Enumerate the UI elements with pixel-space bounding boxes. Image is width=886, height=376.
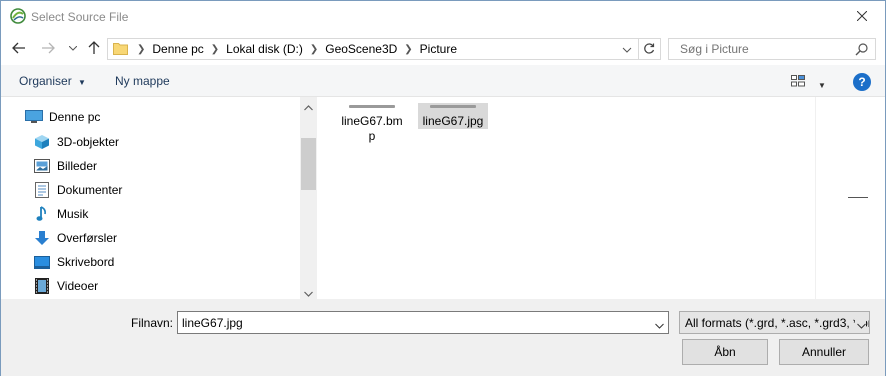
close-icon [857, 11, 867, 21]
breadcrumb-item[interactable]: Denne pc [148, 42, 207, 56]
view-options-icon[interactable] [791, 75, 805, 87]
download-icon [33, 230, 51, 246]
file-item-selected[interactable]: lineG67.jpg [418, 103, 488, 129]
chevron-down-icon [304, 291, 313, 297]
filename-label: Filnavn: [131, 316, 174, 330]
preview-placeholder [848, 197, 868, 198]
caret-down-icon: ▼ [78, 78, 86, 87]
sidebar-item-documents[interactable]: Dokumenter [33, 180, 122, 200]
chevron-right-icon[interactable]: ❯ [401, 44, 415, 55]
organize-button[interactable]: Organiser ▼ [19, 74, 86, 88]
chevron-right-icon[interactable]: ❯ [208, 44, 222, 55]
desktop-icon [33, 254, 51, 270]
recent-locations-button[interactable] [65, 40, 81, 56]
new-folder-button[interactable]: Ny mappe [115, 74, 170, 88]
document-icon [33, 182, 51, 198]
address-bar[interactable]: ❯ Denne pc ❯ Lokal disk (D:) ❯ GeoScene3… [107, 38, 661, 60]
computer-icon [25, 109, 43, 125]
file-name: lineG67.jpg [422, 114, 484, 128]
chevron-right-icon[interactable]: ❯ [134, 44, 148, 55]
view-dropdown-button[interactable]: ▼ [818, 77, 826, 91]
dialog-footer: Filnavn: All formats (*.grd, *.asc, *.gr… [1, 299, 885, 376]
scroll-down-button[interactable] [304, 286, 313, 300]
sidebar-item-music[interactable]: Musik [33, 204, 88, 224]
sidebar-item-label: Videoer [57, 279, 99, 293]
music-icon [33, 206, 51, 222]
sidebar-item-label: Skrivebord [57, 255, 115, 269]
file-thumbnail [430, 105, 476, 108]
title-bar: Select Source File [1, 1, 885, 32]
folder-icon [113, 42, 128, 55]
chevron-down-icon [69, 45, 77, 51]
navigation-scrollbar[interactable] [300, 97, 317, 299]
file-item[interactable]: lineG67.bm p [337, 103, 407, 144]
video-icon [33, 278, 51, 294]
chevron-down-icon [655, 323, 664, 329]
sidebar-item-desktop[interactable]: Skrivebord [33, 252, 114, 272]
up-button[interactable] [86, 40, 102, 56]
address-dropdown-button[interactable] [622, 43, 636, 57]
app-logo-icon [10, 8, 26, 24]
arrow-left-icon [12, 42, 25, 54]
sidebar-item-label: Musik [57, 207, 89, 221]
organize-label: Organiser [19, 74, 72, 88]
sidebar-item-this-pc[interactable]: Denne pc [25, 107, 100, 127]
sidebar-item-downloads[interactable]: Overførsler [33, 228, 117, 248]
breadcrumb: ❯ Denne pc ❯ Lokal disk (D:) ❯ GeoScene3… [134, 42, 461, 56]
search-box[interactable] [668, 38, 876, 60]
chevron-down-icon [857, 323, 866, 329]
chevron-up-icon [304, 105, 313, 111]
arrow-up-icon [88, 41, 100, 54]
breadcrumb-item[interactable]: GeoScene3D [321, 42, 401, 56]
filename-combobox[interactable] [177, 311, 669, 334]
breadcrumb-item[interactable]: Picture [416, 42, 461, 56]
navigation-pane: Denne pc 3D-objekter Billeder Dokumenter… [1, 97, 317, 299]
filetype-select[interactable]: All formats (*.grd, *.asc, *.grd3, *.png… [679, 311, 870, 334]
chevron-right-icon[interactable]: ❯ [307, 44, 321, 55]
file-name-wrap: p [368, 129, 376, 143]
command-toolbar: Organiser ▼ Ny mappe ▼ ? [1, 65, 885, 97]
search-icon[interactable] [855, 42, 869, 56]
chevron-down-icon [622, 47, 632, 53]
select-source-file-dialog: Select Source File ❯ Denne pc ❯ Lokal di… [0, 0, 886, 376]
filetype-dropdown-button[interactable] [855, 318, 866, 332]
sidebar-item-pictures[interactable]: Billeder [33, 156, 97, 176]
scroll-up-button[interactable] [304, 100, 313, 114]
preview-divider [815, 97, 816, 299]
breadcrumb-item[interactable]: Lokal disk (D:) [222, 42, 307, 56]
pictures-icon [33, 158, 51, 174]
search-input[interactable] [680, 42, 840, 56]
back-button[interactable] [11, 40, 27, 56]
sidebar-item-label: Overførsler [57, 231, 117, 245]
sidebar-item-videos[interactable]: Videoer [33, 276, 98, 296]
file-name: lineG67.bm [341, 114, 403, 128]
arrow-right-icon [42, 42, 55, 54]
sidebar-item-3d-objects[interactable]: 3D-objekter [33, 132, 119, 152]
caret-down-icon: ▼ [818, 81, 826, 90]
file-list-pane: lineG67.bm p lineG67.jpg [317, 97, 885, 299]
filetype-value: All formats (*.grd, *.asc, *.grd3, *.png… [685, 316, 869, 330]
file-thumbnail [349, 105, 395, 108]
help-icon[interactable]: ? [853, 73, 871, 91]
cancel-button[interactable]: Annuller [779, 339, 869, 365]
window-title: Select Source File [31, 10, 129, 24]
forward-button[interactable] [40, 40, 56, 56]
scrollbar-thumb[interactable] [301, 138, 316, 190]
refresh-button[interactable] [638, 39, 658, 59]
open-button[interactable]: Åbn [682, 339, 768, 365]
sidebar-item-label: 3D-objekter [57, 135, 120, 149]
sidebar-item-label: Dokumenter [57, 183, 123, 197]
filename-input[interactable] [182, 316, 622, 330]
address-row: ❯ Denne pc ❯ Lokal disk (D:) ❯ GeoScene3… [1, 32, 885, 65]
sidebar-item-label: Denne pc [49, 110, 101, 124]
cube-icon [33, 134, 51, 150]
refresh-icon [643, 43, 654, 54]
filename-dropdown-button[interactable] [655, 318, 664, 332]
sidebar-item-label: Billeder [57, 159, 98, 173]
close-button[interactable] [839, 1, 885, 31]
